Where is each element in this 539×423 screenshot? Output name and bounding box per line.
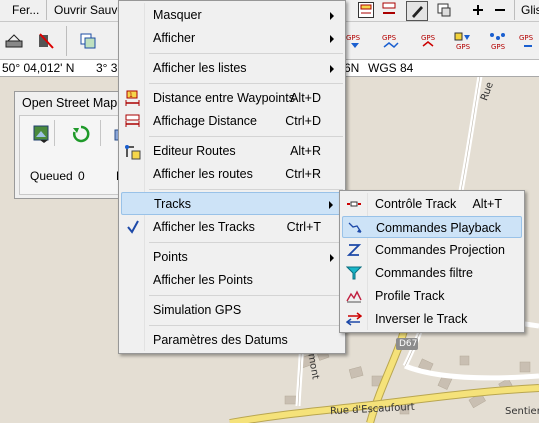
- gps-receive-icon[interactable]: [4, 32, 24, 50]
- projection-icon: [346, 242, 362, 258]
- distance-display-icon: [124, 113, 141, 130]
- osm-separator: [100, 120, 101, 146]
- submenu-arrow-icon: [329, 201, 333, 209]
- menu-item-affichage-distance[interactable]: Affichage Distance Ctrl+D: [121, 110, 343, 133]
- osm-map-icon[interactable]: [32, 124, 52, 144]
- menu-item-afficher-tracks[interactable]: Afficher les Tracks Ctrl+T: [121, 216, 343, 239]
- submenu-item-inverser-track[interactable]: Inverser le Track: [342, 308, 522, 330]
- menu-ouvrir[interactable]: Ouvrir: [51, 2, 90, 18]
- svg-text:GPS: GPS: [421, 34, 436, 42]
- reverse-icon: [345, 311, 363, 327]
- menu-item-afficher-points[interactable]: Afficher les Points: [121, 269, 343, 292]
- menu-item-tracks[interactable]: Tracks: [121, 192, 343, 215]
- menu-glisser[interactable]: Glis: [518, 2, 539, 18]
- menu-separator: [149, 295, 343, 296]
- submenu-arrow-icon: [330, 254, 334, 262]
- svg-text:GPS: GPS: [519, 34, 534, 42]
- menu-item-masquer[interactable]: Masquer: [121, 4, 343, 27]
- queued-value: 0: [78, 169, 85, 183]
- gps-waypoints-icon[interactable]: GPS: [488, 31, 508, 51]
- menu-separator: [149, 136, 343, 137]
- menu-separator: [149, 83, 343, 84]
- menu-item-editeur-routes[interactable]: Editeur Routes Alt+R: [121, 140, 343, 163]
- toolbar-separator: [66, 26, 67, 56]
- checkmark-icon: [126, 218, 143, 235]
- measure-icon[interactable]: [358, 2, 374, 18]
- menu-separator: [149, 53, 343, 54]
- distance-icon[interactable]: [381, 2, 397, 18]
- toolbar-separator: [514, 0, 515, 20]
- gps-track-icon[interactable]: GPS: [418, 31, 438, 51]
- submenu-item-commandes-projection[interactable]: Commandes Projection: [342, 239, 522, 261]
- submenu-arrow-icon: [330, 12, 334, 20]
- submenu-item-commandes-filtre[interactable]: Commandes filtre: [342, 262, 522, 284]
- gps-upload-icon[interactable]: GPS: [345, 31, 365, 51]
- svg-text:GPS: GPS: [382, 34, 397, 42]
- toolbar-separator: [46, 0, 47, 20]
- datum-readout: WGS 84: [368, 61, 414, 75]
- track-control-icon: [346, 196, 362, 212]
- osm-separator: [54, 120, 55, 146]
- menu-item-afficher[interactable]: Afficher: [121, 27, 343, 50]
- filter-icon: [345, 265, 363, 281]
- gps-disconnect-icon[interactable]: [36, 31, 56, 51]
- longitude-suffix: 6N: [344, 61, 360, 75]
- menu-item-parametres-datums[interactable]: Paramètres des Datums: [121, 329, 343, 352]
- menu-fermer[interactable]: Fer...: [9, 2, 42, 18]
- submenu-arrow-icon: [330, 65, 334, 73]
- submenu-item-profile-track[interactable]: Profile Track: [342, 285, 522, 307]
- menu-item-distance-waypoints[interactable]: 1 Distance entre Waypoints Alt+D: [121, 87, 343, 110]
- zoom-in-icon[interactable]: [470, 2, 486, 18]
- menu-separator: [149, 325, 343, 326]
- svg-text:GPS: GPS: [346, 34, 361, 42]
- menu-separator: [149, 189, 343, 190]
- svg-text:GPS: GPS: [456, 43, 471, 51]
- road-shield-d67: D67: [399, 339, 418, 349]
- menu-item-afficher-listes[interactable]: Afficher les listes: [121, 57, 343, 80]
- submenu-arrow-icon: [330, 35, 334, 43]
- waypoint-distance-icon: 1: [124, 90, 141, 107]
- menu-separator: [149, 242, 343, 243]
- submenu-item-controle-track[interactable]: Contrôle Track Alt+T: [342, 193, 522, 215]
- zoom-out-icon[interactable]: [492, 2, 508, 18]
- select-area-icon[interactable]: [436, 2, 452, 18]
- profile-icon: [346, 288, 362, 304]
- gps-route-icon[interactable]: GPS: [381, 31, 401, 51]
- pointer-tool-icon[interactable]: [406, 1, 428, 21]
- gps-download-icon[interactable]: GPS: [453, 31, 473, 51]
- copy-window-icon[interactable]: [78, 31, 98, 51]
- queued-label: Queued: [30, 169, 73, 183]
- street-label-sentier: Sentier d: [505, 406, 539, 417]
- gps-send-icon[interactable]: GPS: [518, 31, 538, 51]
- playback-icon: [347, 220, 363, 236]
- menu-item-afficher-routes[interactable]: Afficher les routes Ctrl+R: [121, 163, 343, 186]
- menu-item-points[interactable]: Points: [121, 246, 343, 269]
- svg-text:1: 1: [129, 92, 133, 99]
- svg-text:GPS: GPS: [491, 43, 506, 51]
- menu-item-simulation-gps[interactable]: Simulation GPS: [121, 299, 343, 322]
- route-editor-icon: [124, 143, 141, 160]
- refresh-icon[interactable]: [72, 125, 90, 143]
- view-menu: Masquer Afficher Afficher les listes 1 D…: [118, 0, 346, 354]
- tracks-submenu: Contrôle Track Alt+T Commandes Playback …: [339, 190, 525, 333]
- latitude-readout: 50° 04,012' N: [2, 61, 75, 75]
- submenu-item-commandes-playback[interactable]: Commandes Playback: [342, 216, 522, 238]
